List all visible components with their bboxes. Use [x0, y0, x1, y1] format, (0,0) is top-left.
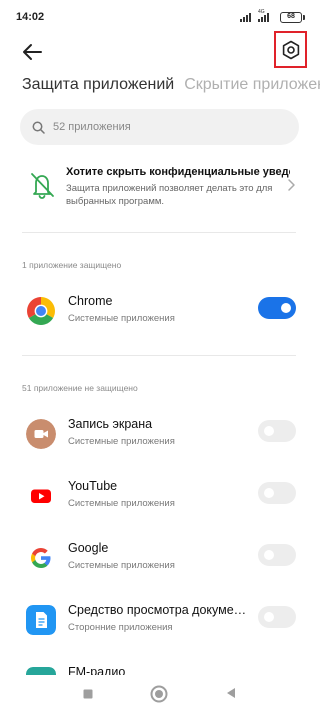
- app-category: Сторонние приложения: [68, 622, 173, 633]
- protection-toggle[interactable]: [258, 482, 296, 504]
- app-category: Системные приложения: [68, 560, 175, 571]
- banner-text: Защита приложений позволяет делать это д…: [66, 183, 273, 207]
- app-category: Системные приложения: [68, 436, 175, 447]
- toggle-knob: [264, 550, 274, 560]
- header: [0, 34, 320, 70]
- search-input[interactable]: [53, 121, 273, 133]
- battery-icon: 68: [280, 12, 305, 23]
- chevron-right-icon: [288, 179, 295, 191]
- youtube-icon: [31, 489, 51, 503]
- back-button[interactable]: [20, 42, 44, 62]
- app-row-youtube[interactable]: YouTube Системные приложения: [0, 475, 320, 523]
- tab-bar: Защита приложений Скрытие приложен: [22, 76, 320, 98]
- recents-button[interactable]: [82, 687, 94, 699]
- notification-hide-banner[interactable]: Хотите скрыть конфиденциальные уведомлен…: [0, 160, 320, 212]
- circle-icon: [150, 685, 168, 703]
- triangle-icon: [227, 688, 235, 698]
- google-icon: [31, 548, 51, 568]
- app-row-google[interactable]: Google Системные приложения: [0, 537, 320, 585]
- app-row-screen-recorder[interactable]: Запись экрана Системные приложения: [0, 413, 320, 461]
- app-category: Системные приложения: [68, 498, 175, 509]
- arrow-left-icon: [23, 44, 42, 60]
- banner-title: Хотите скрыть конфиденциальные уведомлен…: [66, 166, 290, 178]
- divider: [22, 355, 296, 356]
- protection-toggle[interactable]: [258, 420, 296, 442]
- app-name: YouTube: [68, 479, 118, 493]
- protected-section-label: 1 приложение защищено: [22, 260, 122, 270]
- app-category: Системные приложения: [68, 313, 175, 324]
- tab-hide-apps[interactable]: Скрытие приложен: [184, 76, 320, 94]
- square-icon: [83, 689, 93, 699]
- unprotected-section-label: 51 приложение не защищено: [22, 383, 138, 393]
- home-button[interactable]: [149, 684, 169, 704]
- nav-back-button[interactable]: [224, 686, 238, 700]
- search-icon: [32, 121, 45, 134]
- protection-toggle[interactable]: [258, 606, 296, 628]
- protection-toggle[interactable]: [258, 544, 296, 566]
- app-row-document-viewer[interactable]: Средство просмотра докуме… Сторонние при…: [0, 599, 320, 647]
- signal-strength-icon-2: [258, 12, 269, 22]
- toggle-knob: [264, 612, 274, 622]
- app-row-chrome[interactable]: Chrome Системные приложения: [0, 290, 320, 338]
- signal-strength-icon: [240, 12, 251, 22]
- toggle-knob: [264, 426, 274, 436]
- settings-button[interactable]: [274, 31, 307, 68]
- toggle-knob: [281, 303, 291, 313]
- app-name: Средство просмотра докуме…: [68, 603, 246, 617]
- divider: [22, 232, 296, 233]
- bell-slash-icon: [31, 173, 54, 199]
- status-time: 14:02: [16, 11, 45, 23]
- search-bar[interactable]: [20, 109, 299, 145]
- app-name: Google: [68, 541, 109, 555]
- tab-app-protection[interactable]: Защита приложений: [22, 76, 174, 94]
- battery-level: 68: [287, 13, 295, 20]
- document-viewer-icon: [26, 605, 56, 635]
- protection-toggle[interactable]: [258, 297, 296, 319]
- toggle-knob: [264, 488, 274, 498]
- navigation-bar: [0, 675, 320, 711]
- app-name: Запись экрана: [68, 417, 153, 431]
- app-name: Chrome: [68, 294, 113, 308]
- chrome-icon: [27, 297, 55, 325]
- status-bar: 14:02 4G 68: [0, 0, 320, 34]
- gear-hexagon-icon: [282, 40, 299, 59]
- screen-recorder-icon: [26, 419, 56, 449]
